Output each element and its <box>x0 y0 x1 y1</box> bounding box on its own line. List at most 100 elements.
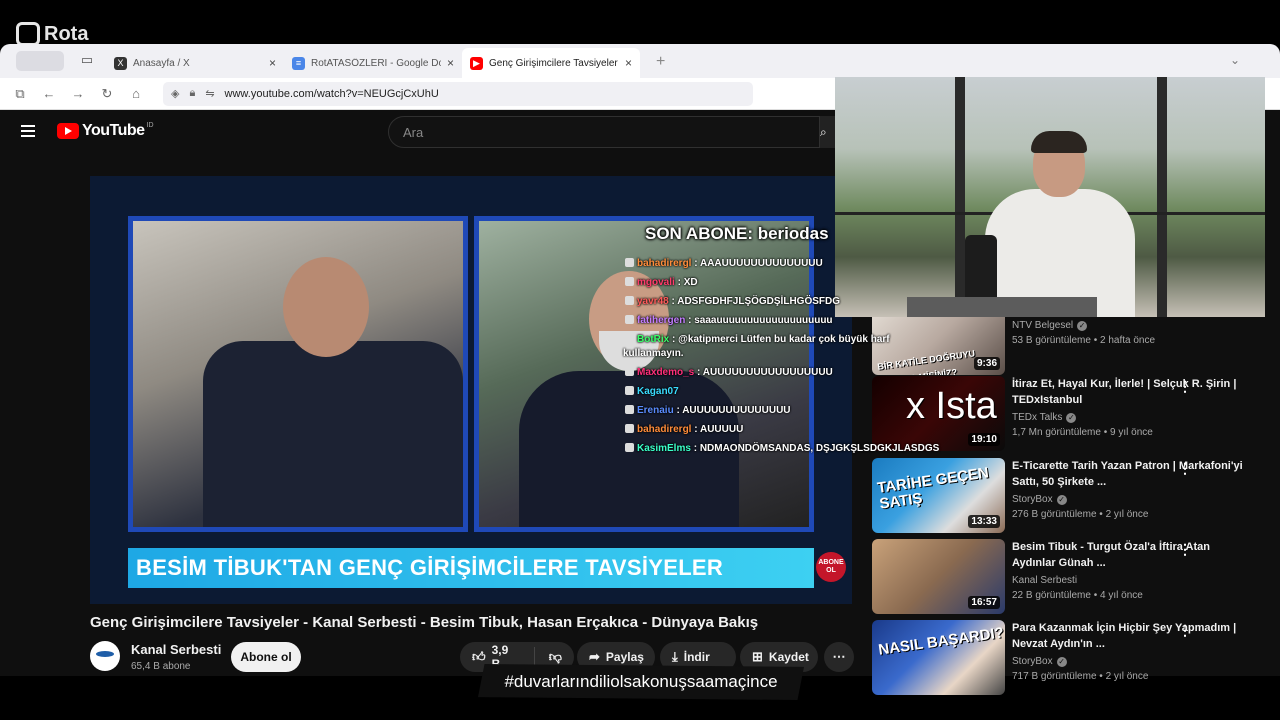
video-title[interactable]: E-Ticarette Tarih Yazan Patron | Markafo… <box>1012 458 1248 490</box>
more-vert-icon[interactable]: ⋮ <box>1178 460 1192 477</box>
chat-message: Maxdemo_s : AUUUUUUUUUUUUUUUUU <box>623 366 899 380</box>
speaker-head <box>283 257 369 357</box>
tab-label: RotATASÖZLERİ - Google Dokü <box>311 57 441 69</box>
chat-message: yavr48 : ADSFGDHFJLŞÖGDŞİLHGÖSFDG <box>623 295 899 309</box>
more-vert-icon[interactable]: ⋮ <box>1178 378 1192 395</box>
video-meta: 717 B görüntüleme • 2 yıl önce <box>1012 671 1248 682</box>
more-vert-icon[interactable]: ⋮ <box>1178 622 1192 639</box>
new-tab-button[interactable]: + <box>656 53 665 71</box>
youtube-logo[interactable]: YouTube ID <box>57 122 154 140</box>
chat-badge-icon <box>625 386 634 395</box>
channel-name[interactable]: StoryBox <box>1012 494 1053 505</box>
video-title[interactable]: Besim Tibuk - Turgut Özal'a İftira Atan … <box>1012 539 1248 571</box>
related-video-item[interactable]: 16:57 Besim Tibuk - Turgut Özal'a İftira… <box>872 539 1272 617</box>
like-icon[interactable]: 👍︎ <box>472 649 486 665</box>
brand-text: Rota <box>44 22 89 45</box>
search-input[interactable]: Ara <box>388 116 820 148</box>
menu-icon[interactable] <box>21 125 35 137</box>
chat-text: XD <box>683 277 698 288</box>
view-count: 1,7 Mn görüntüleme <box>1012 427 1101 438</box>
sidebar-toggle-button[interactable] <box>16 51 64 71</box>
divider <box>533 647 535 667</box>
chevron-down-icon[interactable]: ⌄ <box>1230 53 1240 67</box>
channel-line: StoryBox ✓ <box>1012 656 1248 667</box>
channel-line: StoryBox ✓ <box>1012 494 1248 505</box>
chat-username: mgovali <box>637 277 675 288</box>
upload-age: 2 yıl önce <box>1105 671 1149 682</box>
channel-name[interactable]: Kanal Serbesti <box>1012 575 1077 586</box>
view-count: 276 B görüntüleme <box>1012 509 1097 520</box>
more-vert-icon[interactable]: ⋮ <box>1178 541 1192 558</box>
video-info: Besim Tibuk - Turgut Özal'a İftira Atan … <box>1012 539 1248 601</box>
channel-avatar[interactable] <box>90 641 120 671</box>
upload-age: 2 yıl önce <box>1105 509 1149 520</box>
tab-manager-icon[interactable]: ▭ <box>78 52 96 70</box>
dislike-icon[interactable]: 👎︎ <box>549 649 562 665</box>
shield-icon[interactable]: ◈ <box>171 87 179 100</box>
video-info: Para Kazanmak İçin Hiçbir Şey Yapmadım |… <box>1012 620 1248 682</box>
related-video-item[interactable]: TARİHE GEÇEN SATIŞ 13:33 E-Ticarette Tar… <box>872 458 1272 536</box>
home-icon[interactable]: ⌂ <box>128 86 144 101</box>
video-title[interactable]: İtiraz Et, Hayal Kur, İlerle! | Selçuk R… <box>1012 376 1248 408</box>
url-text: www.youtube.com/watch?v=NEUGcjCxUhU <box>224 87 439 100</box>
more-icon: ⋯ <box>832 649 846 664</box>
video-duration: 9:36 <box>973 357 1000 370</box>
video-info: E-Ticarette Tarih Yazan Patron | Markafo… <box>1012 458 1248 520</box>
chat-text: saaauuuuuuuuuuuuuuuuuuu <box>694 315 833 326</box>
tab-bar: ▭ X Anasayfa / X × ≡ RotATASÖZLERİ - Goo… <box>0 44 1280 78</box>
video-thumbnail[interactable]: 16:57 <box>872 539 1005 614</box>
back-icon[interactable]: ← <box>41 86 57 101</box>
tab-label: Genç Girişimcilere Tavsiyeler - K <box>489 57 619 69</box>
video-banner: BESİM TİBUK'TAN GENÇ GİRİŞİMCİLERE TAVSİ… <box>128 548 814 588</box>
chat-username: bahadirergl <box>637 424 692 435</box>
video-meta: 53 B görüntüleme • 2 hafta önce <box>1012 335 1248 346</box>
verified-icon: ✓ <box>1077 320 1088 331</box>
channel-name[interactable]: Kanal Serbesti <box>131 642 221 657</box>
youtube-play-icon <box>57 123 79 139</box>
tab-close-icon[interactable]: × <box>269 56 276 70</box>
chat-username: bahadirergl <box>637 258 692 269</box>
video-thumbnail[interactable]: NASIL BAŞARDI? <box>872 620 1005 695</box>
permissions-icon[interactable]: ⇋ <box>205 87 214 100</box>
window-frame <box>1157 77 1167 317</box>
chat-message: mgovali : XD <box>623 276 899 290</box>
video-duration: 13:33 <box>968 515 1000 528</box>
save-label: Kaydet <box>768 650 809 664</box>
chat-message: BotRix : @katipmerci Lütfen bu kadar çok… <box>623 333 899 361</box>
chat-badge-icon <box>625 315 634 324</box>
more-actions-button[interactable]: ⋯ <box>824 642 854 672</box>
subscriber-count: 65,4 B abone <box>131 661 191 672</box>
chat-message: Kagan07 <box>623 385 899 399</box>
thumbnail-text: NASIL BAŞARDI? <box>877 624 1005 659</box>
country-code: ID <box>146 121 154 129</box>
video-info: İtiraz Et, Hayal Kur, İlerle! | Selçuk R… <box>1012 376 1248 438</box>
address-bar[interactable]: ◈ 🔒︎ ⇋ www.youtube.com/watch?v=NEUGcjCxU… <box>163 81 753 106</box>
share-label: Paylaş <box>605 650 644 664</box>
lock-icon[interactable]: 🔒︎ <box>189 87 195 100</box>
chat-username: KasimElms <box>637 443 691 454</box>
tab-google-docs[interactable]: ≡ RotATASÖZLERİ - Google Dokü × <box>284 48 462 78</box>
verified-icon: ✓ <box>1056 494 1067 505</box>
tab-close-icon[interactable]: × <box>625 56 632 70</box>
reload-icon[interactable]: ↻ <box>99 86 115 102</box>
chat-separator: : <box>674 277 684 288</box>
related-video-item[interactable]: NASIL BAŞARDI? Para Kazanmak İçin Hiçbir… <box>872 620 1272 698</box>
sidebar-icon[interactable]: ⧉ <box>12 86 28 102</box>
tab-x[interactable]: X Anasayfa / X × <box>106 48 284 78</box>
tab-youtube[interactable]: ▶ Genç Girişimcilere Tavsiyeler - K × <box>462 48 640 78</box>
view-count: 717 B görüntüleme <box>1012 671 1097 682</box>
chat-username: Maxdemo_s <box>637 367 695 378</box>
tab-close-icon[interactable]: × <box>447 56 454 70</box>
chat-text: AUUUUU <box>699 424 744 435</box>
forward-icon[interactable]: → <box>70 86 86 101</box>
chat-separator: : <box>685 315 695 326</box>
channel-name[interactable]: StoryBox <box>1012 656 1053 667</box>
channel-name[interactable]: TEDx Talks <box>1012 412 1062 423</box>
channel-name[interactable]: NTV Belgesel <box>1012 320 1073 331</box>
video-title[interactable]: Para Kazanmak İçin Hiçbir Şey Yapmadım |… <box>1012 620 1248 652</box>
upload-age: 4 yıl önce <box>1100 590 1143 601</box>
upload-age: 2 hafta önce <box>1100 335 1156 346</box>
video-thumbnail[interactable]: TARİHE GEÇEN SATIŞ 13:33 <box>872 458 1005 533</box>
hashtag-banner: #duvarlarındiliolsakonuşsaamaçince <box>478 664 804 700</box>
subscribe-button[interactable]: Abone ol <box>231 642 301 672</box>
